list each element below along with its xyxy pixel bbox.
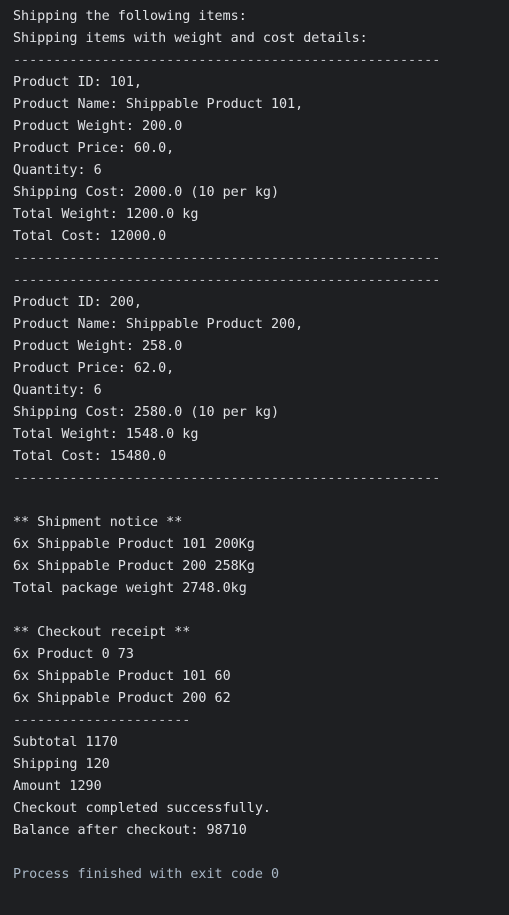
console-line: Product Weight: 200.0 bbox=[13, 119, 183, 134]
console-line: Product Price: 60.0, bbox=[13, 141, 175, 156]
clipped-previous-line: ........................................… bbox=[0, 0, 509, 4]
console-line: Shipping Cost: 2580.0 (10 per kg) bbox=[13, 405, 280, 420]
console-line: Balance after checkout: 98710 bbox=[13, 823, 247, 838]
console-line: Shipping the following items: bbox=[13, 9, 247, 24]
separator-line: ----------------------------------------… bbox=[13, 53, 441, 68]
console-line: Product Weight: 258.0 bbox=[13, 339, 183, 354]
console-line: Checkout completed successfully. bbox=[13, 801, 271, 816]
console-line: Shipping items with weight and cost deta… bbox=[13, 31, 368, 46]
console-line: 6x Shippable Product 200 258Kg bbox=[13, 559, 255, 574]
console-line: Shipping Cost: 2000.0 (10 per kg) bbox=[13, 185, 280, 200]
console-line: 6x Shippable Product 101 200Kg bbox=[13, 537, 255, 552]
console-line: 6x Shippable Product 101 60 bbox=[13, 669, 231, 684]
console-line: Product ID: 101, bbox=[13, 75, 142, 90]
separator-line: ----------------------------------------… bbox=[13, 273, 441, 288]
console-line: Total Cost: 15480.0 bbox=[13, 449, 167, 464]
separator-line: ----------------------------------------… bbox=[13, 471, 441, 486]
console-line: Product ID: 200, bbox=[13, 295, 142, 310]
console-line: Product Price: 62.0, bbox=[13, 361, 175, 376]
console-line: Shipping 120 bbox=[13, 757, 110, 772]
console-line: ** Shipment notice ** bbox=[13, 515, 183, 530]
console-line: Quantity: 6 bbox=[13, 383, 102, 398]
console-line: 6x Product 0 73 bbox=[13, 647, 134, 662]
console-line: Total package weight 2748.0kg bbox=[13, 581, 247, 596]
console-line: Quantity: 6 bbox=[13, 163, 102, 178]
run-console-output[interactable]: ........................................… bbox=[0, 0, 509, 915]
console-line: Total Cost: 12000.0 bbox=[13, 229, 167, 244]
console-line: Product Name: Shippable Product 200, bbox=[13, 317, 304, 332]
process-exit-line: Process finished with exit code 0 bbox=[13, 867, 280, 882]
console-line: ** Checkout receipt ** bbox=[13, 625, 191, 640]
separator-line: ----------------------------------------… bbox=[13, 251, 441, 266]
console-line: Total Weight: 1200.0 kg bbox=[13, 207, 199, 222]
console-line: Product Name: Shippable Product 101, bbox=[13, 97, 304, 112]
console-line: 6x Shippable Product 200 62 bbox=[13, 691, 231, 706]
separator-line: ---------------------- bbox=[13, 713, 191, 728]
console-line: Total Weight: 1548.0 kg bbox=[13, 427, 199, 442]
console-line: Amount 1290 bbox=[13, 779, 102, 794]
console-line: Subtotal 1170 bbox=[13, 735, 118, 750]
clipped-line-text: ........................................… bbox=[13, 0, 509, 4]
